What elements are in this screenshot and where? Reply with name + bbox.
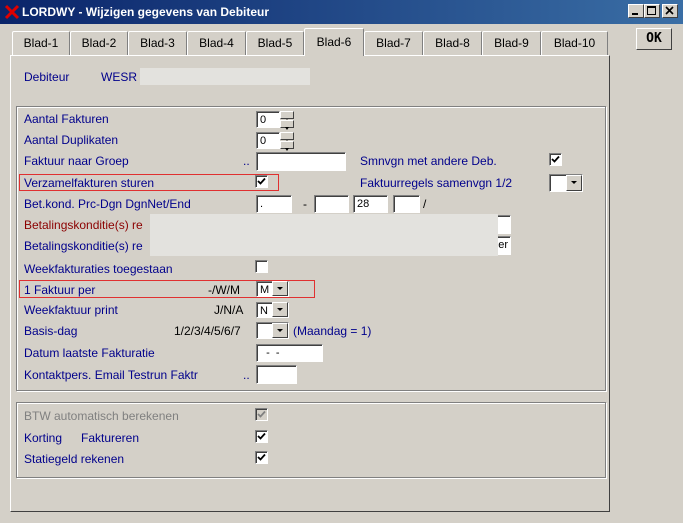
close-button[interactable] xyxy=(662,4,678,18)
aantal-duplikaten-input[interactable]: 0 xyxy=(256,132,280,149)
smnvgn-checkbox[interactable] xyxy=(549,153,562,166)
checkmark-icon xyxy=(551,155,560,163)
tab-blad-10[interactable]: Blad-10 xyxy=(541,31,608,55)
faktuur-naar-groep-input[interactable] xyxy=(256,152,346,171)
datum-laatste-input[interactable]: - - xyxy=(256,344,323,362)
tab-blad-2[interactable]: Blad-2 xyxy=(70,31,128,55)
basis-dag-dropdown-button[interactable] xyxy=(272,323,288,338)
tab-blad-6[interactable]: Blad-6 xyxy=(304,28,364,56)
weekfaktuur-print-hint: J/N/A xyxy=(214,303,244,317)
korting-label: Korting xyxy=(24,431,63,445)
faktuurregels-dropdown-button[interactable] xyxy=(566,175,582,191)
korting-faktureren-label: Faktureren xyxy=(81,431,140,445)
btw-label: BTW automatisch berekenen xyxy=(24,409,179,423)
kontaktpers-dots: .. xyxy=(243,368,250,382)
aantal-duplikaten-label: Aantal Duplikaten xyxy=(24,133,119,147)
betkond-field-2[interactable] xyxy=(314,195,349,213)
spin-down-icon[interactable] xyxy=(280,141,294,151)
aantal-fakturen-input[interactable]: 0 xyxy=(256,111,280,128)
spin-down-icon[interactable] xyxy=(280,120,294,130)
aantal-fakturen-spinner[interactable] xyxy=(280,111,294,130)
aantal-duplikaten-spinner[interactable] xyxy=(280,132,294,151)
smnvgn-label: Smnvgn met andere Deb. xyxy=(360,154,497,168)
betkond-field-4[interactable] xyxy=(393,195,420,213)
weekfakturaties-checkbox[interactable] xyxy=(255,260,268,273)
betkond-separator-1: - xyxy=(303,197,307,211)
chevron-down-icon xyxy=(277,287,283,290)
checkmark-icon xyxy=(257,410,266,418)
betalingskonditie-overlay xyxy=(150,214,498,256)
tab-blad-8[interactable]: Blad-8 xyxy=(423,31,482,55)
spin-up-icon[interactable] xyxy=(280,132,294,143)
checkmark-icon xyxy=(257,453,266,461)
maximize-icon xyxy=(647,6,656,15)
aantal-fakturen-label: Aantal Fakturen xyxy=(24,112,109,126)
tab-blad-4[interactable]: Blad-4 xyxy=(187,31,246,55)
chevron-down-icon xyxy=(277,329,283,332)
minimize-button[interactable] xyxy=(628,4,644,18)
betalingskonditie-1-label: Betalingskonditie(s) re xyxy=(24,218,143,232)
window-title: LORDWY - Wijzigen gegevens van Debiteur xyxy=(22,5,270,19)
tab-blad-1[interactable]: Blad-1 xyxy=(12,31,70,55)
faktuur-per-hint: -/W/M xyxy=(208,283,240,297)
maximize-button[interactable] xyxy=(644,4,660,18)
faktuurregels-label: Faktuurregels samenvgn 1/2 xyxy=(360,176,513,190)
basis-dag-hint: 1/2/3/4/5/6/7 xyxy=(174,324,241,338)
faktuur-per-label: 1 Faktuur per xyxy=(24,283,96,297)
basis-dag-label: Basis-dag xyxy=(24,324,78,338)
datum-laatste-label: Datum laatste Fakturatie xyxy=(24,346,155,360)
tab-blad-9[interactable]: Blad-9 xyxy=(482,31,541,55)
faktuur-naar-groep-label: Faktuur naar Groep xyxy=(24,154,129,168)
korting-checkbox[interactable] xyxy=(255,430,268,443)
kontaktpers-input[interactable] xyxy=(256,365,297,384)
btw-checkbox xyxy=(255,408,268,421)
checkmark-icon xyxy=(257,432,266,440)
weekfaktuur-print-label: Weekfaktuur print xyxy=(24,303,118,317)
statiegeld-checkbox[interactable] xyxy=(255,451,268,464)
betkond-separator-2: / xyxy=(423,197,427,211)
checkmark-icon xyxy=(257,177,266,185)
app-close-x-icon[interactable] xyxy=(4,4,20,20)
kontaktpers-label: Kontaktpers. Email Testrun Faktr xyxy=(24,368,198,382)
tab-blad-5[interactable]: Blad-5 xyxy=(246,31,304,55)
faktuur-per-dropdown-button[interactable] xyxy=(272,281,288,296)
verzamelfakturen-checkbox[interactable] xyxy=(255,175,268,188)
basis-dag-note: (Maandag = 1) xyxy=(293,324,372,338)
debiteur-name-field xyxy=(140,68,310,85)
verzamelfakturen-label: Verzamelfakturen sturen xyxy=(24,176,155,190)
betkond-label: Bet.kond. Prc-Dgn DgnNet/End xyxy=(24,197,191,211)
close-icon xyxy=(665,6,674,15)
debiteur-label: Debiteur xyxy=(24,70,70,84)
weekfaktuur-print-dropdown-button[interactable] xyxy=(272,302,288,317)
betkond-field-3[interactable]: 28 xyxy=(353,195,388,213)
betalingskonditie-2-label: Betalingskonditie(s) re xyxy=(24,239,143,253)
weekfakturaties-label: Weekfakturaties toegestaan xyxy=(24,262,173,276)
spin-up-icon[interactable] xyxy=(280,111,294,122)
minimize-icon xyxy=(632,13,638,15)
tab-blad-7[interactable]: Blad-7 xyxy=(364,31,423,55)
chevron-down-icon xyxy=(571,181,577,184)
ok-button[interactable]: OK xyxy=(636,28,672,50)
betkond-field-1[interactable]: . xyxy=(256,195,292,213)
faktuur-naar-groep-dots: .. xyxy=(243,154,250,168)
statiegeld-label: Statiegeld rekenen xyxy=(24,452,125,466)
debiteur-code: WESR xyxy=(101,70,137,84)
chevron-down-icon xyxy=(277,308,283,311)
tab-blad-3[interactable]: Blad-3 xyxy=(128,31,187,55)
